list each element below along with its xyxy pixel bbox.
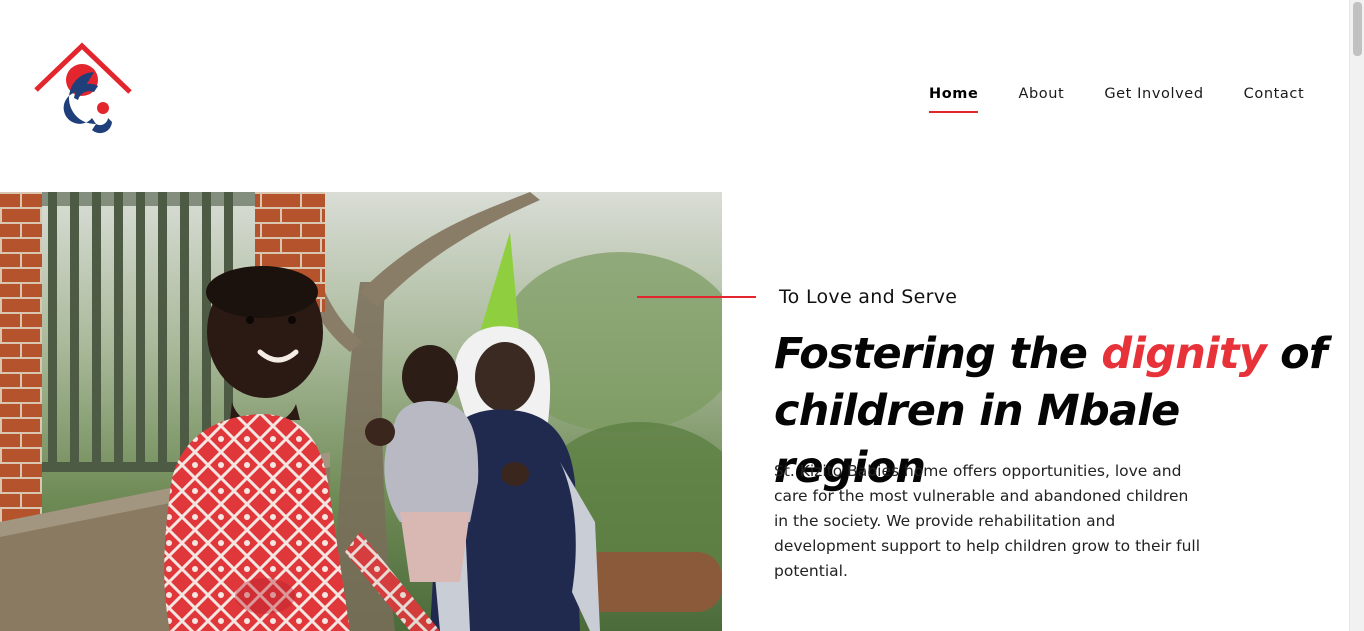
headline-part1: Fostering the	[774, 329, 1102, 379]
scrollbar-thumb[interactable]	[1353, 2, 1362, 56]
house-family-logo-icon	[34, 42, 132, 134]
hero-photo	[0, 192, 722, 631]
page: Home About Get Involved Contact To Love …	[0, 0, 1364, 631]
nav-contact[interactable]: Contact	[1244, 86, 1305, 102]
site-header: Home About Get Involved Contact	[0, 0, 1349, 192]
nav-get-involved[interactable]: Get Involved	[1104, 86, 1203, 102]
headline-accent: dignity	[1101, 329, 1266, 379]
hero-tagline: To Love and Serve	[779, 286, 958, 308]
main-nav: Home About Get Involved Contact	[929, 86, 1305, 113]
nav-about[interactable]: About	[1018, 86, 1064, 102]
logo-icon[interactable]	[34, 42, 132, 138]
hero-photo-children-and-caregiver	[0, 192, 722, 631]
tagline-divider	[637, 296, 756, 298]
page-scrollbar[interactable]	[1349, 0, 1364, 631]
hero-description: St. Kizito Babies home offers opportunit…	[774, 462, 1201, 580]
nav-home[interactable]: Home	[929, 86, 979, 113]
